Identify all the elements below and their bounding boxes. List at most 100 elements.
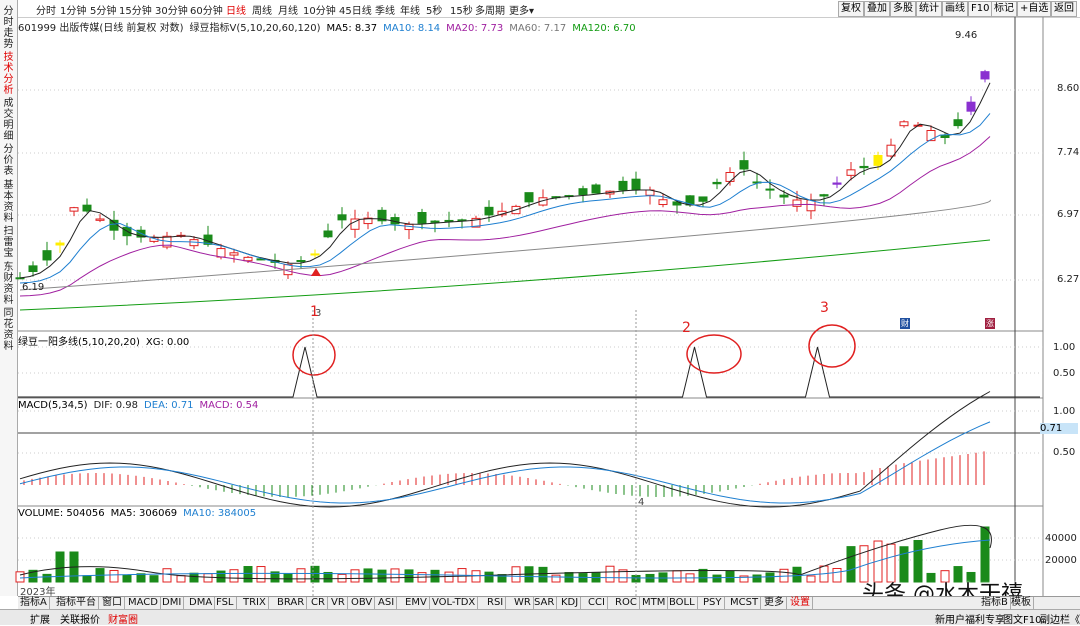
volume-bar xyxy=(189,572,199,583)
volume-bar xyxy=(538,566,548,583)
signal-panel-title: 绿豆一阳多线(5,10,20,20) XG: 0.00 xyxy=(18,333,195,348)
macd-value: MACD: 0.54 xyxy=(199,400,259,411)
volume-bar xyxy=(658,572,668,583)
volume-bar xyxy=(806,575,816,583)
y-tick-macd: 1.00 xyxy=(1053,406,1076,417)
indicator-tab[interactable]: CR xyxy=(309,597,328,609)
indicator-tab[interactable]: DMI xyxy=(160,597,185,609)
signal-indicator-name[interactable]: 绿豆一阳多线(5,10,20,20) xyxy=(18,337,140,348)
indicator-tab[interactable]: BRAR xyxy=(275,597,308,609)
y-tick-signal: 0.50 xyxy=(1053,368,1076,379)
indicator-tab[interactable]: SAR xyxy=(532,597,558,609)
candle xyxy=(55,242,65,246)
status-bar: 扩展 关联报价 财富圈 新用户福利专享 图文F10 副边栏《 xyxy=(0,609,1080,626)
indicator-tab[interactable]: TRIX xyxy=(241,597,269,609)
indicator-tab[interactable]: BOLL xyxy=(667,597,698,609)
annotation-circle-2 xyxy=(686,334,742,374)
volume-bar xyxy=(752,574,762,583)
candle xyxy=(323,230,333,238)
volume-bar xyxy=(109,569,119,583)
indicator-tab[interactable]: CCI xyxy=(586,597,608,609)
indicator-tab[interactable]: VR xyxy=(329,597,348,609)
indicator-tab[interactable]: MCST xyxy=(728,597,762,609)
candle xyxy=(444,219,454,222)
indicator-tab[interactable]: 更多 xyxy=(762,597,787,609)
volume-bar xyxy=(390,568,400,583)
volume-bar xyxy=(310,565,320,583)
macd-indicator-name[interactable]: MACD(5,34,5) xyxy=(18,400,88,411)
indicator-tab[interactable]: MACD xyxy=(126,597,161,609)
candle xyxy=(846,169,856,176)
indicator-tab[interactable]: KDJ xyxy=(559,597,582,609)
volume-bar xyxy=(203,573,213,583)
candle xyxy=(725,172,735,182)
annotation-label-2: 2 xyxy=(682,320,691,336)
macd-panel-title: MACD(5,34,5) DIF: 0.98 DEA: 0.71 MACD: 0.54 xyxy=(18,400,264,411)
volume-panel-title: VOLUME: 504056 MA5: 306069 MA10: 384005 xyxy=(18,508,262,519)
indicator-tab[interactable]: EMV xyxy=(403,597,430,609)
volume-bar xyxy=(82,575,92,583)
volume-indicator-name[interactable]: VOLUME: 504056 xyxy=(18,508,105,519)
volume-ma5: MA5: 306069 xyxy=(110,508,178,519)
candle xyxy=(337,214,347,221)
candle xyxy=(243,256,253,262)
indicator-tab[interactable]: WR xyxy=(512,597,534,609)
candle xyxy=(310,253,320,256)
ma20-line xyxy=(19,136,991,297)
finance-badge[interactable]: 财 xyxy=(900,318,910,329)
indicator-tab[interactable]: PSY xyxy=(701,597,725,609)
indicator-tab[interactable]: OBV xyxy=(349,597,376,609)
volume-bar xyxy=(712,574,722,583)
indicator-tab[interactable]: 指标A xyxy=(18,597,50,609)
candle xyxy=(819,194,829,197)
annotation-label-3: 3 xyxy=(820,300,829,316)
indicator-tab[interactable]: FSL xyxy=(214,597,237,609)
volume-bar xyxy=(605,565,615,583)
y-tick-main: 6.27 xyxy=(1057,274,1080,285)
volume-bar xyxy=(430,569,440,583)
candle xyxy=(631,178,641,191)
candle xyxy=(966,101,976,112)
y-tick-main: 6.97 xyxy=(1057,209,1080,220)
y-tick-main: 8.60 xyxy=(1057,83,1080,94)
candle xyxy=(618,180,628,191)
volume-bar xyxy=(551,574,561,583)
volume-bar xyxy=(672,570,682,583)
indicator-tab[interactable]: MTM xyxy=(640,597,669,609)
date-marker-4: 4 xyxy=(638,497,645,508)
indicator-tab[interactable]: ASI xyxy=(376,597,398,609)
kline-chart[interactable] xyxy=(0,0,1080,624)
indicator-tab[interactable]: 设置 xyxy=(788,597,813,609)
ma5-line xyxy=(19,82,991,279)
macd-current-value: 0.71 xyxy=(1040,423,1078,434)
y-tick-volume: 40000 xyxy=(1045,533,1077,544)
volume-bar xyxy=(404,569,414,583)
volume-bar xyxy=(162,568,172,583)
indicator-tab-right[interactable]: 模板 xyxy=(1009,597,1034,609)
limit-up-badge[interactable]: 涨 xyxy=(985,318,995,329)
volume-bar xyxy=(698,568,708,583)
volume-bar xyxy=(55,551,65,583)
candle xyxy=(873,154,883,166)
candle xyxy=(899,121,909,127)
candle xyxy=(296,260,306,263)
macd-dea: DEA: 0.71 xyxy=(144,400,194,411)
indicator-tab[interactable]: RSI xyxy=(485,597,507,609)
indicator-tab[interactable]: 指标平台 xyxy=(54,597,99,609)
volume-bar xyxy=(363,568,373,583)
volume-bar xyxy=(216,570,226,583)
ma10-line xyxy=(19,113,991,284)
candle xyxy=(28,265,38,272)
indicator-tab[interactable]: ROC xyxy=(613,597,640,609)
candle xyxy=(953,119,963,127)
volume-bar xyxy=(176,575,186,583)
macd-dif: DIF: 0.98 xyxy=(93,400,139,411)
indicator-tab-right[interactable]: 指标B xyxy=(979,597,1011,609)
candle xyxy=(430,220,440,223)
volume-bar xyxy=(296,568,306,583)
candle xyxy=(712,181,722,185)
indicator-tab[interactable]: 窗口 xyxy=(100,597,125,609)
indicator-tab[interactable]: VOL-TDX xyxy=(430,597,479,609)
indicator-tab[interactable]: DMA xyxy=(187,597,216,609)
candle xyxy=(779,194,789,198)
